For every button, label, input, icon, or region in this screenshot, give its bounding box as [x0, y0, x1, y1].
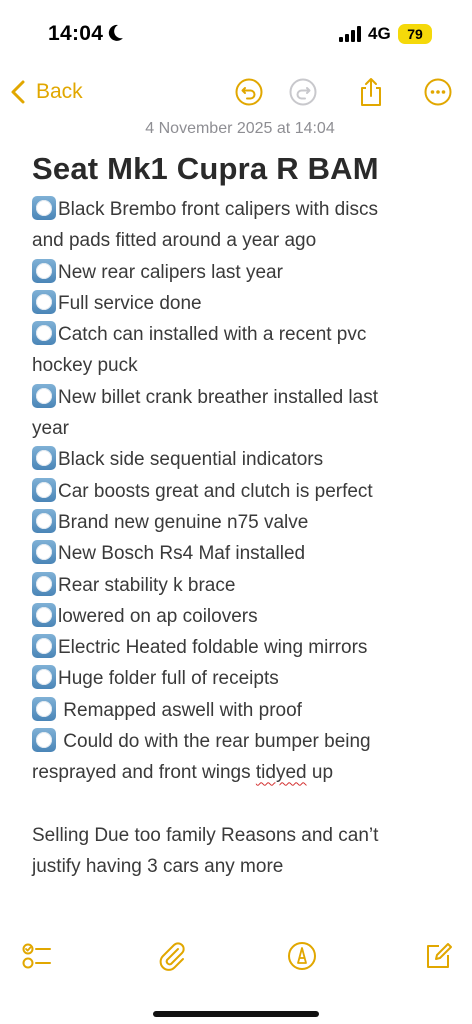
checkbox-icon[interactable]	[32, 728, 56, 753]
back-button[interactable]: Back	[8, 76, 83, 108]
checklist-icon[interactable]	[20, 940, 52, 972]
note-body[interactable]: Black Brembo front calipers with discs a…	[32, 194, 452, 882]
checklist-item-continuation: resprayed and front wings tidyed up	[32, 762, 334, 784]
more-icon[interactable]	[422, 76, 454, 108]
checklist-item-continuation: and pads fitted around a year ago	[32, 230, 317, 252]
checkbox-icon[interactable]	[32, 289, 56, 314]
checklist-item: New billet crank breather installed last	[32, 382, 452, 413]
back-label: Back	[36, 80, 83, 103]
note-paragraph-line: justify having 3 cars any more	[32, 855, 284, 877]
network-type: 4G	[368, 24, 391, 43]
checkbox-icon[interactable]	[32, 540, 56, 565]
checklist-item-continuation: hockey puck	[32, 355, 138, 377]
bottom-toolbar	[0, 940, 472, 976]
moon-icon	[108, 24, 123, 41]
checklist-item: Catch can installed with a recent pvc	[32, 319, 452, 350]
signal-icon	[339, 26, 361, 42]
checklist-item: lowered on ap coilovers	[32, 601, 452, 632]
checklist-item: Could do with the rear bumper being	[32, 726, 452, 757]
note-date: 4 November 2025 at 14:04	[145, 120, 335, 137]
checklist-item: Full service done	[32, 288, 452, 319]
note-title[interactable]: Seat Mk1 Cupra R BAM	[32, 148, 452, 190]
paperclip-icon[interactable]	[156, 940, 188, 972]
checkbox-icon[interactable]	[32, 508, 56, 533]
checklist-item: Black Brembo front calipers with discs	[32, 194, 452, 225]
home-indicator[interactable]	[153, 1011, 319, 1017]
checkbox-icon[interactable]	[32, 383, 56, 408]
checkbox-icon[interactable]	[32, 602, 56, 627]
note-editor[interactable]: 4 November 2025 at 14:04 Seat Mk1 Cupra …	[32, 118, 452, 882]
checklist-item: Huge folder full of receipts	[32, 663, 452, 694]
checklist-item: Car boosts great and clutch is perfect	[32, 476, 452, 507]
redo-icon[interactable]	[287, 76, 319, 108]
note-toolbar: Back	[0, 72, 472, 112]
note-paragraph-line: Selling Due too family Reasons and can’t	[32, 824, 379, 846]
checkbox-icon[interactable]	[32, 634, 56, 659]
checklist-item: Remapped aswell with proof	[32, 695, 452, 726]
checkbox-icon[interactable]	[32, 446, 56, 471]
checklist-item: Brand new genuine n75 valve	[32, 507, 452, 538]
status-bar: 14:04 4G 79	[0, 0, 472, 62]
battery-icon: 79	[398, 24, 432, 44]
compose-icon[interactable]	[422, 940, 454, 972]
checklist-item: Black side sequential indicators	[32, 444, 452, 475]
checklist-item: Rear stability k brace	[32, 570, 452, 601]
status-time: 14:04	[48, 22, 104, 45]
checkbox-icon[interactable]	[32, 571, 56, 596]
checklist-item: New rear calipers last year	[32, 257, 452, 288]
checklist-item: Electric Heated foldable wing mirrors	[32, 632, 452, 663]
checkbox-icon[interactable]	[32, 477, 56, 502]
checkbox-icon[interactable]	[32, 321, 56, 346]
misspelled-word[interactable]: tidyed	[256, 762, 307, 783]
checklist-item-continuation: year	[32, 418, 69, 440]
chevron-left-icon	[11, 80, 25, 104]
checkbox-icon[interactable]	[32, 196, 56, 220]
checkbox-icon[interactable]	[32, 696, 56, 721]
checkbox-icon[interactable]	[32, 665, 56, 690]
share-icon[interactable]	[355, 76, 387, 108]
markup-pen-icon[interactable]	[286, 940, 318, 972]
checklist-item: New Bosch Rs4 Maf installed	[32, 538, 452, 569]
undo-icon[interactable]	[233, 76, 265, 108]
checkbox-icon[interactable]	[32, 258, 56, 283]
